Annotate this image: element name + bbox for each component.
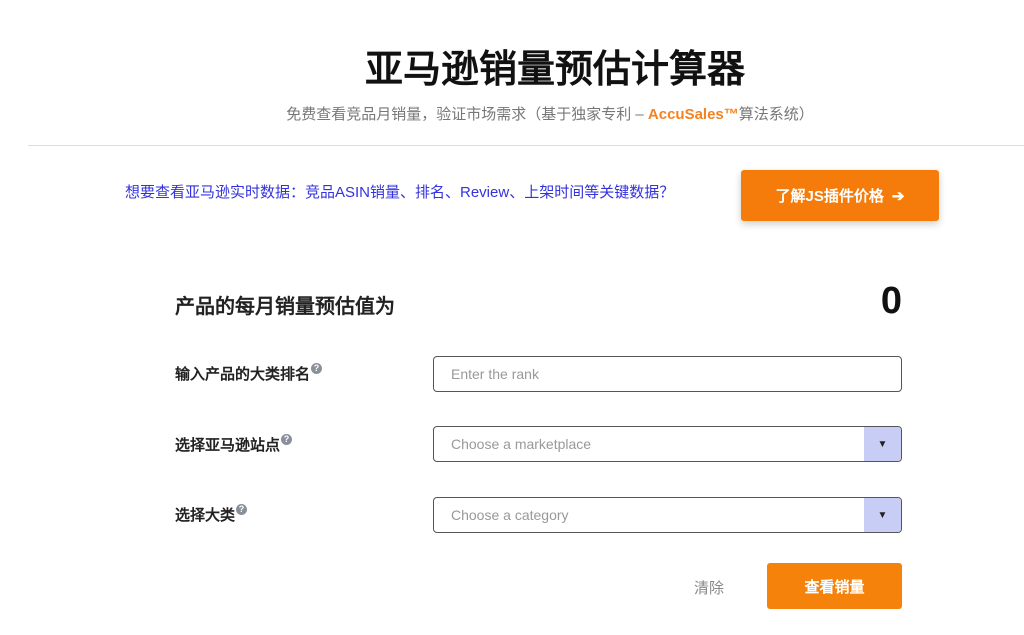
arrow-right-icon: ➔ [891, 187, 905, 205]
help-icon[interactable]: ? [236, 504, 248, 515]
chevron-down-icon[interactable]: ▼ [864, 427, 901, 461]
result-value: 0 [880, 280, 902, 322]
marketplace-select[interactable]: Choose a marketplace ▼ [433, 426, 902, 462]
category-placeholder: Choose a category [451, 507, 569, 523]
plugin-pricing-label: 了解JS插件价格 [775, 188, 884, 205]
brand-name: AccuSales™ [647, 106, 739, 123]
marketplace-label: 选择亚马逊站点? [175, 434, 293, 455]
category-label-text: 选择大类 [175, 507, 236, 524]
promo-link[interactable]: 想要查看亚马逊实时数据：竞品ASIN销量、排名、Review、上架时间等关键数据… [125, 181, 674, 202]
rank-field[interactable] [433, 356, 902, 392]
category-select[interactable]: Choose a category ▼ [433, 497, 902, 533]
check-sales-button[interactable]: 查看销量 [767, 563, 902, 609]
rank-input[interactable] [451, 366, 901, 382]
help-icon[interactable]: ? [281, 434, 293, 445]
subtitle-text-end: 算法系统） [738, 106, 814, 123]
clear-button[interactable]: 清除 [694, 577, 724, 598]
rank-label-text: 输入产品的大类排名 [175, 366, 311, 383]
chevron-down-icon[interactable]: ▼ [864, 498, 901, 532]
marketplace-label-text: 选择亚马逊站点 [175, 437, 281, 454]
page-subtitle: 免费查看竞品月销量，验证市场需求（基于独家专利 – AccuSales™算法系统… [0, 103, 1024, 124]
divider [28, 145, 1024, 146]
subtitle-text: 免费查看竞品月销量，验证市场需求（基于独家专利 – [286, 106, 648, 123]
rank-label: 输入产品的大类排名? [175, 363, 323, 384]
category-label: 选择大类? [175, 504, 248, 525]
help-icon[interactable]: ? [311, 363, 323, 374]
result-label: 产品的每月销量预估值为 [175, 296, 395, 318]
marketplace-placeholder: Choose a marketplace [451, 436, 592, 452]
plugin-pricing-button[interactable]: 了解JS插件价格 ➔ [741, 170, 939, 221]
page-title: 亚马逊销量预估计算器 [364, 49, 745, 91]
